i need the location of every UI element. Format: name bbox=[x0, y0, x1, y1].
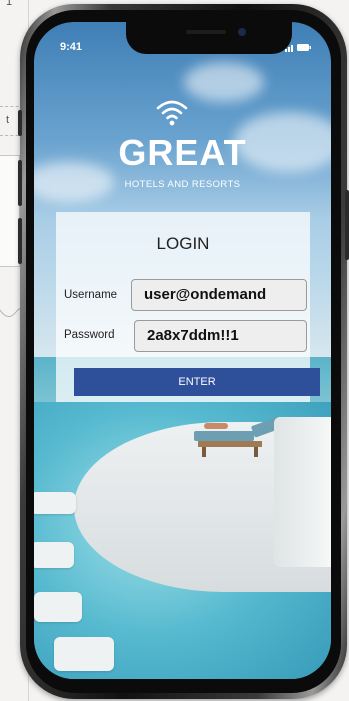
status-icons bbox=[285, 44, 311, 52]
background-box bbox=[0, 155, 20, 267]
volume-down-button bbox=[18, 218, 22, 264]
background-text-mid: t bbox=[6, 114, 10, 126]
volume-up-button bbox=[18, 160, 22, 206]
login-title: LOGIN bbox=[156, 234, 210, 253]
cloud bbox=[184, 62, 264, 102]
phone-screen: 9:41 GREAT HOTELS AND RESORTS LOGIN User… bbox=[34, 22, 331, 679]
enter-button[interactable]: ENTER bbox=[74, 368, 320, 396]
mute-switch bbox=[18, 110, 22, 136]
battery-icon bbox=[297, 44, 311, 51]
wifi-icon bbox=[156, 100, 188, 126]
brand-title: GREAT bbox=[118, 132, 247, 173]
username-field[interactable]: user@ondemand bbox=[131, 279, 307, 311]
pillar bbox=[274, 417, 331, 567]
front-camera bbox=[238, 28, 246, 36]
status-time: 9:41 bbox=[60, 41, 83, 53]
speaker-grille bbox=[186, 30, 226, 34]
pool-step bbox=[34, 592, 82, 622]
brand-subtitle: HOTELS AND RESORTS bbox=[124, 179, 241, 190]
power-button bbox=[345, 190, 349, 260]
username-label: Username bbox=[64, 289, 118, 301]
signal-icon bbox=[285, 45, 293, 52]
login-panel: LOGIN Username user@ondemand Password 2a… bbox=[56, 212, 320, 402]
pool-step bbox=[34, 492, 76, 514]
pool-step bbox=[34, 542, 74, 568]
password-label: Password bbox=[64, 329, 115, 341]
notch bbox=[126, 22, 292, 54]
background-text-top: 1 bbox=[6, 0, 13, 8]
pool-step bbox=[54, 637, 114, 671]
password-field[interactable]: 2a8x7ddm!!1 bbox=[134, 320, 307, 352]
